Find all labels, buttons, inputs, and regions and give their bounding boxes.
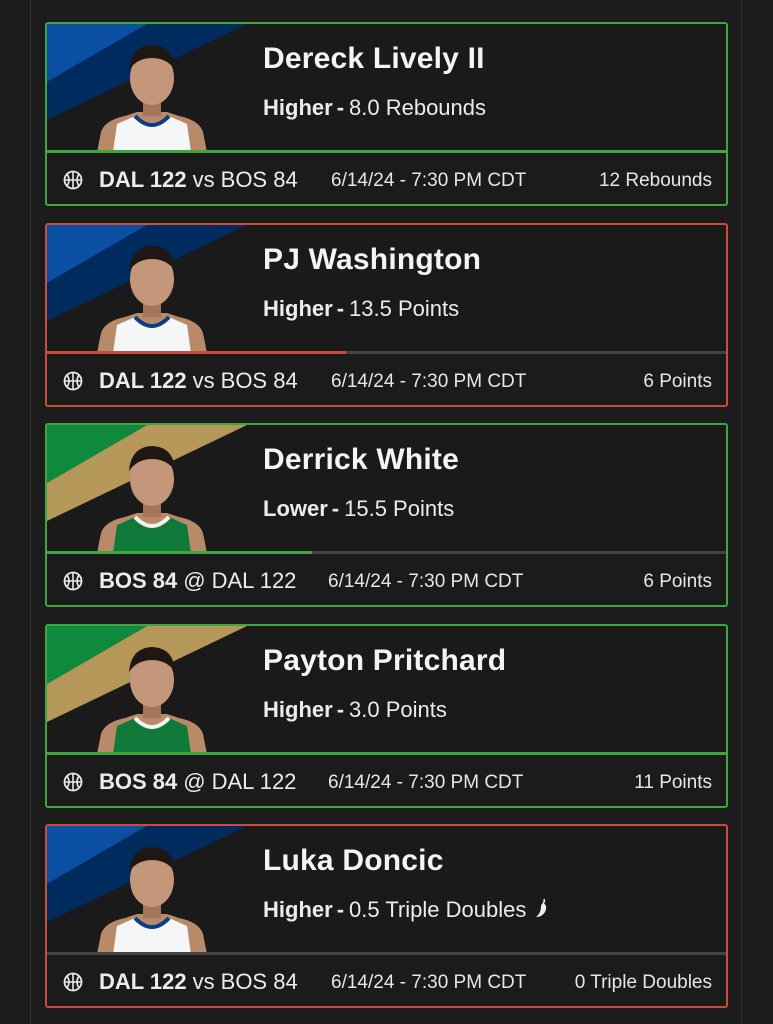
basketball-icon [63,170,83,190]
pick-card[interactable]: Luka Doncic Higher -0.5 Triple Doubles DA… [45,824,728,1008]
pick-stat-line: 13.5 Points [349,296,460,321]
player-name: Payton Pritchard [263,644,507,677]
game-info-row: BOS 84 @ DAL 122 6/14/24 - 7:30 PM CDT 6 P… [47,554,726,605]
pick-line: Higher -8.0 Rebounds [263,95,486,121]
opponent-score: BOS 84 [220,969,298,994]
pick-card-header: PJ Washington Higher -13.5 Points [47,225,726,353]
player-team-score: DAL 122 [99,167,187,192]
pick-card-header: Dereck Lively II Higher -8.0 Rebounds [47,24,726,152]
pick-direction: Lower [263,496,328,521]
matchup-connector: @ [183,769,206,794]
game-time: 6/14/24 - 7:30 PM CDT [331,972,527,993]
pick-stat-line: 15.5 Points [344,496,455,521]
pick-line: Higher -0.5 Triple Doubles [263,897,550,923]
pick-direction: Higher [263,95,333,120]
game-info-row: BOS 84 @ DAL 122 6/14/24 - 7:30 PM CDT 11 … [47,755,726,806]
basketball-icon [63,371,83,391]
player-name: Luka Doncic [263,844,444,877]
game-matchup: DAL 122 vs BOS 84 [99,969,298,995]
player-team-score: DAL 122 [99,969,187,994]
pick-separator: - [331,496,340,521]
game-time: 6/14/24 - 7:30 PM CDT [328,571,524,592]
pick-card[interactable]: Dereck Lively II Higher -8.0 Rebounds DAL… [45,22,728,206]
player-headshot [97,446,207,553]
game-matchup: BOS 84 @ DAL 122 [99,568,296,594]
game-matchup: DAL 122 vs BOS 84 [99,368,298,394]
game-info-row: DAL 122 vs BOS 84 6/14/24 - 7:30 PM CDT 0 … [47,955,726,1006]
pick-card-header: Luka Doncic Higher -0.5 Triple Doubles [47,826,726,954]
pick-line: Lower -15.5 Points [263,496,454,522]
pick-card-header: Payton Pritchard Higher -3.0 Points [47,626,726,754]
player-headshot [97,847,207,954]
stat-result: 6 Points [643,371,712,392]
pick-line: Higher -3.0 Points [263,697,447,723]
opponent-score: DAL 122 [211,568,297,593]
pick-separator: - [336,897,345,922]
opponent-score: DAL 122 [211,769,297,794]
stat-result: 6 Points [643,571,712,592]
pick-card-header: Derrick White Lower -15.5 Points [47,425,726,553]
pick-direction: Higher [263,697,333,722]
chili-pepper-icon [536,898,547,917]
pick-separator: - [336,95,345,120]
basketball-icon [63,772,83,792]
matchup-connector: vs [192,368,215,393]
pick-card[interactable]: PJ Washington Higher -13.5 Points DAL 122… [45,223,728,407]
pick-direction: Higher [263,897,333,922]
player-name: Dereck Lively II [263,42,485,75]
pick-line: Higher -13.5 Points [263,296,459,322]
pick-separator: - [336,697,345,722]
game-matchup: BOS 84 @ DAL 122 [99,769,296,795]
opponent-score: BOS 84 [220,368,298,393]
pick-stat-line: 3.0 Points [349,697,447,722]
pick-card[interactable]: Payton Pritchard Higher -3.0 Points BOS 8… [45,624,728,808]
pick-card[interactable]: Derrick White Lower -15.5 Points BOS 84 @ D… [45,423,728,607]
basketball-icon [63,972,83,992]
game-info-row: DAL 122 vs BOS 84 6/14/24 - 7:30 PM CDT 12… [47,153,726,204]
pick-stat-line: 8.0 Rebounds [349,95,487,120]
player-name: Derrick White [263,443,459,476]
opponent-score: BOS 84 [220,167,298,192]
stat-result: 12 Rebounds [598,170,712,191]
matchup-connector: @ [183,568,206,593]
pick-stat-line: 0.5 Triple Doubles [349,897,527,922]
frame-border-right [741,0,742,1024]
matchup-connector: vs [192,167,215,192]
game-time: 6/14/24 - 7:30 PM CDT [331,371,527,392]
game-time: 6/14/24 - 7:30 PM CDT [331,170,527,191]
player-team-score: DAL 122 [99,368,187,393]
stat-result: 11 Points [634,772,712,793]
player-name: PJ Washington [263,243,482,276]
player-headshot [97,246,207,353]
game-matchup: DAL 122 vs BOS 84 [99,167,298,193]
player-team-score: BOS 84 [99,769,178,794]
game-info-row: DAL 122 vs BOS 84 6/14/24 - 7:30 PM CDT 6 … [47,354,726,405]
matchup-connector: vs [192,969,215,994]
player-headshot [97,647,207,754]
pick-separator: - [336,296,345,321]
player-team-score: BOS 84 [99,568,178,593]
game-time: 6/14/24 - 7:30 PM CDT [328,772,524,793]
basketball-icon [63,571,83,591]
stat-result: 0 Triple Doubles [574,972,712,993]
player-headshot [97,45,207,152]
frame-border-left [30,0,31,1024]
pick-direction: Higher [263,296,333,321]
